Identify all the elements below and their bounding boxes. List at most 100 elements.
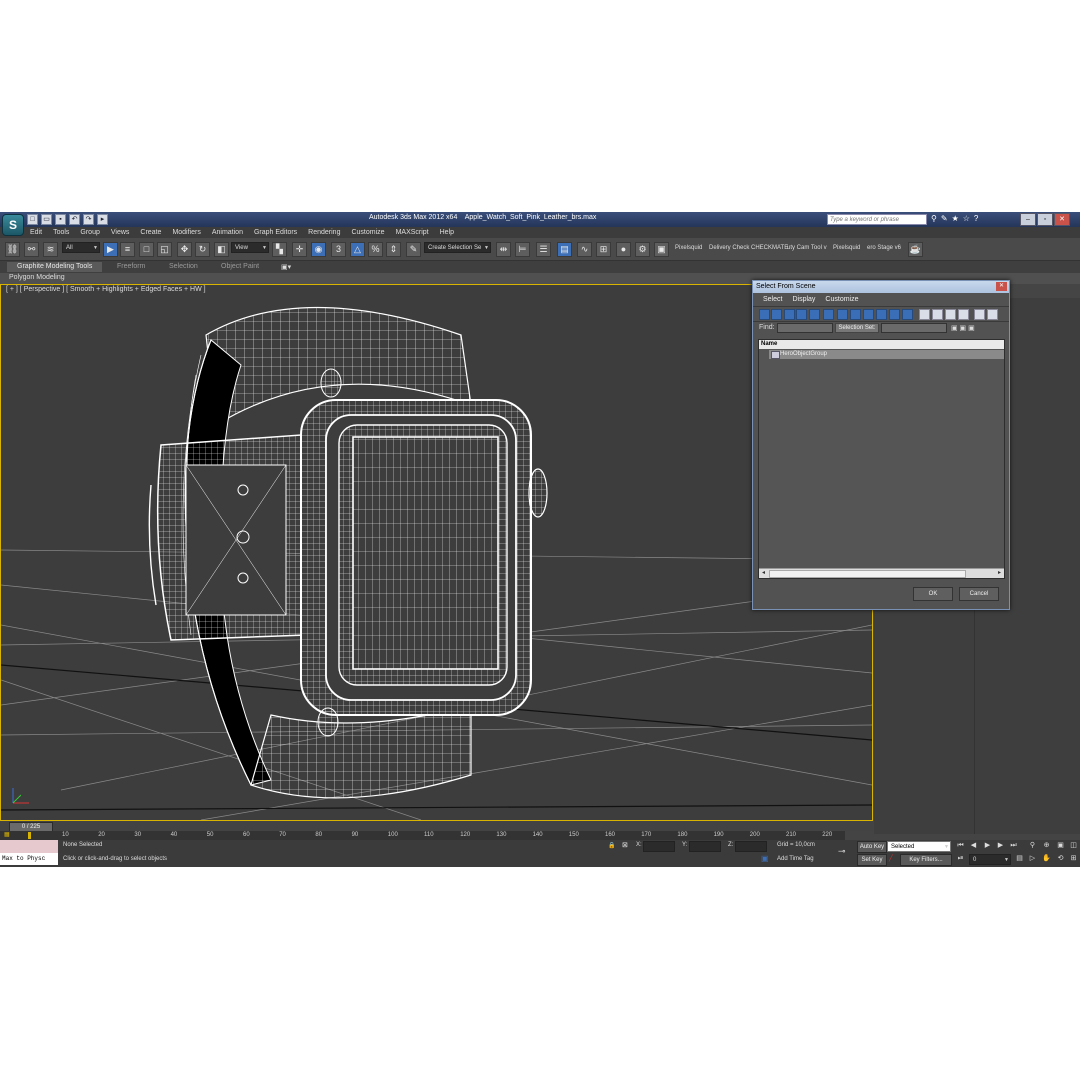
align-icon[interactable]: ⊨ xyxy=(515,242,530,257)
x-coordinate-field[interactable] xyxy=(643,841,675,852)
scroll-right-icon[interactable]: ▸ xyxy=(995,569,1004,578)
project-folder-icon[interactable]: ▸ xyxy=(97,214,108,225)
filter-groups-icon[interactable] xyxy=(837,309,848,320)
orbit-icon[interactable]: ⟲ xyxy=(1056,854,1065,863)
previous-frame-icon[interactable]: ◀ xyxy=(969,841,978,850)
menu-create[interactable]: Create xyxy=(140,227,161,238)
selection-set-tools-icon[interactable]: ▣ ▣ ▣ xyxy=(951,324,975,332)
tab-selection[interactable]: Selection xyxy=(169,263,198,270)
layer-manager-icon[interactable]: ☰ xyxy=(536,242,551,257)
maximize-viewport-icon[interactable]: ⊞ xyxy=(1069,854,1078,863)
help-icon[interactable]: ? xyxy=(974,214,978,224)
dialog-menu-display[interactable]: Display xyxy=(792,293,815,306)
render-frame-icon[interactable]: ▣ xyxy=(654,242,669,257)
zoom-all-icon[interactable]: ⊕ xyxy=(1042,841,1051,850)
filter-containers-icon[interactable] xyxy=(876,309,887,320)
add-time-tag[interactable]: Add Time Tag xyxy=(777,856,814,862)
menu-views[interactable]: Views xyxy=(111,227,130,238)
plugin-checkmate[interactable]: CHECKMATE xyxy=(751,245,788,251)
menu-customize[interactable]: Customize xyxy=(351,227,384,238)
redo-icon[interactable]: ↷ xyxy=(83,214,94,225)
select-all-icon[interactable] xyxy=(919,309,930,320)
set-key-button[interactable]: Set Key xyxy=(857,854,887,866)
select-manipulate-icon[interactable]: ✛ xyxy=(292,242,307,257)
menu-animation[interactable]: Animation xyxy=(212,227,243,238)
favorites-icon[interactable]: ☆ xyxy=(963,214,970,224)
dialog-close-button[interactable]: ✕ xyxy=(996,282,1007,291)
auto-key-button[interactable]: Auto Key xyxy=(857,841,887,853)
list-horizontal-scrollbar[interactable]: ◂ ▸ xyxy=(759,568,1004,578)
selection-filter-dropdown[interactable]: All xyxy=(62,242,100,254)
filter-cameras-icon[interactable] xyxy=(796,309,807,320)
filter-frozen-icon[interactable] xyxy=(889,309,900,320)
funnel-clear-icon[interactable] xyxy=(987,309,998,320)
select-object-icon[interactable]: ▶ xyxy=(103,242,118,257)
filter-geometry-icon[interactable] xyxy=(759,309,770,320)
maxscript-listener-mini[interactable]: Max to Physc xyxy=(0,853,58,865)
absolute-mode-icon[interactable]: ⊠ xyxy=(622,841,628,849)
maximize-button[interactable]: ▫ xyxy=(1037,213,1053,226)
perspective-viewport[interactable]: [ + ] [ Perspective ] [ Smooth + Highlig… xyxy=(0,284,873,821)
menu-modifiers[interactable]: Modifiers xyxy=(172,227,200,238)
select-none-icon[interactable] xyxy=(932,309,943,320)
go-to-start-icon[interactable]: ⏮ xyxy=(956,841,965,850)
curve-editor-icon[interactable]: ∿ xyxy=(577,242,592,257)
new-file-icon[interactable]: □ xyxy=(27,214,38,225)
list-header-name[interactable]: Name xyxy=(759,340,1004,349)
scroll-thumb[interactable] xyxy=(769,570,966,578)
key-mode-dropdown[interactable]: Selected xyxy=(887,841,951,853)
maxscript-listener-top[interactable] xyxy=(0,840,58,853)
z-coordinate-field[interactable] xyxy=(735,841,767,852)
dialog-menu-customize[interactable]: Customize xyxy=(825,293,858,306)
filter-spacewarps-icon[interactable] xyxy=(823,309,834,320)
zoom-extents-all-icon[interactable]: ◫ xyxy=(1069,841,1078,850)
menu-help[interactable]: Help xyxy=(440,227,454,238)
rectangular-selection-icon[interactable]: □ xyxy=(139,242,154,257)
cancel-button[interactable]: Cancel xyxy=(959,587,999,601)
menu-group[interactable]: Group xyxy=(80,227,99,238)
material-editor-icon[interactable]: ● xyxy=(616,242,631,257)
play-icon[interactable]: ▶ xyxy=(983,841,992,850)
plugin-pixelsquid-1[interactable]: Pixelsquid xyxy=(675,245,702,251)
zoom-icon[interactable]: ⚲ xyxy=(1028,841,1037,850)
spinner-snap-icon[interactable]: ⇕ xyxy=(386,242,401,257)
keyboard-shortcut-override-icon[interactable]: ◉ xyxy=(311,242,326,257)
tab-graphite-modeling-tools[interactable]: Graphite Modeling Tools xyxy=(7,262,103,272)
dialog-menu-select[interactable]: Select xyxy=(763,293,782,306)
pan-view-icon[interactable]: ✋ xyxy=(1042,854,1051,863)
move-icon[interactable]: ✥ xyxy=(177,242,192,257)
time-slider[interactable]: 0 / 225 xyxy=(0,821,873,832)
edit-named-selection-icon[interactable]: ✎ xyxy=(406,242,421,257)
tab-freeform[interactable]: Freeform xyxy=(117,263,145,270)
reference-coordinate-dropdown[interactable]: View xyxy=(231,242,269,254)
select-and-link-icon[interactable]: ⛓ xyxy=(5,242,20,257)
current-frame-field[interactable]: 0 xyxy=(969,854,1011,866)
dialog-title-bar[interactable]: Select From Scene ✕ xyxy=(753,281,1009,293)
ribbon-options-icon[interactable]: ▣▾ xyxy=(281,263,291,271)
time-configuration-icon[interactable]: ▤ xyxy=(1015,854,1024,863)
help-search-input[interactable]: Type a keyword or phrase xyxy=(827,214,927,225)
list-item[interactable]: HeroObjectGroup xyxy=(769,350,1004,359)
field-of-view-icon[interactable]: ▷ xyxy=(1028,854,1037,863)
menu-tools[interactable]: Tools xyxy=(53,227,69,238)
plugin-hero-stage[interactable]: ero Stage v6 xyxy=(867,245,901,251)
next-frame-icon[interactable]: ▶ xyxy=(996,841,1005,850)
menu-edit[interactable]: Edit xyxy=(30,227,42,238)
rotate-icon[interactable]: ↻ xyxy=(195,242,210,257)
menu-rendering[interactable]: Rendering xyxy=(308,227,340,238)
schematic-view-icon[interactable]: ⊞ xyxy=(596,242,611,257)
scroll-left-icon[interactable]: ◂ xyxy=(759,569,768,578)
bind-to-space-warp-icon[interactable]: ≋ xyxy=(43,242,58,257)
binoculars-icon[interactable]: ⚲ xyxy=(931,214,937,224)
key-mode-toggle-icon[interactable]: ⏯ xyxy=(956,854,965,863)
filter-lights-icon[interactable] xyxy=(784,309,795,320)
object-list[interactable]: Name HeroObjectGroup ◂ ▸ xyxy=(758,339,1005,579)
display-children-icon[interactable] xyxy=(958,309,969,320)
percent-snap-icon[interactable]: % xyxy=(368,242,383,257)
ok-button[interactable]: OK xyxy=(913,587,953,601)
track-bar-toggle-icon[interactable]: ▦ xyxy=(4,831,10,840)
plugin-delivery-check[interactable]: Delivery Check xyxy=(709,245,749,251)
key-icon[interactable]: ⊸ xyxy=(838,846,846,857)
lock-selection-icon[interactable]: 🔒 xyxy=(608,842,615,849)
close-button[interactable]: ✕ xyxy=(1054,213,1070,226)
